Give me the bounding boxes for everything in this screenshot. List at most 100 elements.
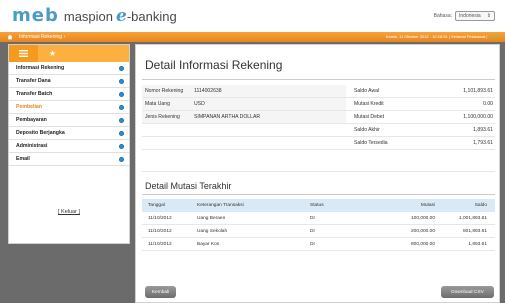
- column-header: Saldo: [474, 203, 487, 208]
- sidebar-logout-link[interactable]: [ Keluar ]: [9, 209, 129, 215]
- mutasi-title: Detail Mutasi Terakhir: [145, 181, 232, 191]
- table-row: 11/10/2012 Uang Beraen Dr 100,000.00 1,0…: [142, 212, 495, 225]
- info-row: Jenis Rekening SIMPANAN ARTHA DOLLAR Mut…: [142, 111, 495, 124]
- table-header: Tanggal Keterangan Transaksi Status Muta…: [142, 199, 495, 212]
- table-cell: 200,000.00: [410, 228, 435, 234]
- sidebar-item-email[interactable]: Email: [9, 153, 129, 166]
- language-value: Indonesia: [459, 13, 481, 19]
- download-csv-button[interactable]: Download CSV: [441, 286, 494, 298]
- column-header: Tanggal: [148, 203, 165, 208]
- top-logout-link[interactable]: Keluar: [489, 34, 501, 39]
- balance-label: Saldo Awal: [354, 88, 380, 94]
- info-value: 1114002638: [194, 88, 222, 94]
- home-icon[interactable]: [7, 34, 13, 40]
- table-cell: 1,001,893.61: [458, 215, 487, 221]
- sidebar-item-informasi-rekening[interactable]: Informasi Rekening: [9, 62, 129, 75]
- balance-label: Mutasi Kredit: [354, 101, 384, 107]
- table-cell: Uang Sekolah: [197, 228, 228, 234]
- info-value: USD: [194, 101, 205, 107]
- column-header: Keterangan Transaksi: [197, 203, 244, 208]
- language-selector: Bahasa: Indonesia ⇕: [434, 11, 495, 21]
- breadcrumb: Informasi Rekening ›: [19, 34, 65, 40]
- table-cell: 100,000.00: [410, 215, 435, 221]
- column-header: Status: [310, 203, 324, 208]
- updown-icon: ⇕: [486, 13, 491, 19]
- table-cell: 11/10/2012: [148, 228, 172, 234]
- balance-value: 1,100,000.00: [463, 114, 493, 120]
- balance-value: 0.00: [483, 101, 493, 107]
- page-title: Detail Informasi Rekening: [145, 58, 283, 72]
- sidebar-item-label: Administrasi: [16, 143, 48, 149]
- logo-e: e: [116, 6, 127, 26]
- logo-banking: -banking: [126, 9, 177, 24]
- balance-label: Mutasi Debet: [354, 114, 385, 120]
- star-icon: ★: [48, 49, 57, 58]
- bullet-icon: [119, 143, 124, 149]
- balance-value: 1,893.61: [473, 127, 493, 133]
- header: meb maspion e -banking Bahasa: Indonesia…: [0, 0, 505, 32]
- language-label: Bahasa:: [433, 13, 452, 19]
- table-row: 11/10/2012 Bayar Kos Dr 800,000.00 1,893…: [142, 238, 495, 251]
- info-row: Saldo Tersedia 1,793.61: [142, 137, 495, 150]
- sidebar-item-deposito-berjangka[interactable]: Deposito Berjangka: [9, 127, 129, 140]
- datetime: Kamis, 11 Oktober 2012 - 10:18:51 | Sela…: [385, 34, 488, 39]
- tab-favorites[interactable]: ★: [38, 45, 67, 62]
- main-panel: Detail Informasi Rekening Nomor Rekening…: [135, 44, 500, 303]
- bullet-icon: [119, 104, 124, 110]
- sidebar-item-label: Transfer Dana: [16, 78, 51, 84]
- logo-meb: meb: [12, 5, 59, 26]
- app-logo: meb maspion e -banking: [12, 5, 177, 29]
- table-cell: Dr: [310, 228, 316, 234]
- sidebar: ★ Informasi Rekening Transfer Dana Trans…: [8, 44, 130, 244]
- language-dropdown[interactable]: Indonesia ⇕: [455, 11, 495, 21]
- logo-brand: maspion: [63, 9, 113, 24]
- info-label: Nomor Rekening: [145, 88, 184, 94]
- info-row: Mata Uang USD Mutasi Kredit 0.00: [142, 98, 495, 111]
- balance-label: Saldo Akhir: [354, 127, 380, 133]
- table-cell: 800,000.00: [410, 241, 435, 247]
- back-button[interactable]: Kembali: [145, 286, 176, 298]
- bullet-icon: [119, 117, 124, 123]
- sidebar-item-label: Deposito Berjangka: [16, 130, 65, 136]
- divider: [142, 194, 495, 195]
- info-label: Jenis Rekening: [145, 114, 180, 120]
- column-header: Mutasi: [420, 203, 435, 208]
- table-cell: 801,893.61: [462, 228, 487, 234]
- sidebar-item-transfer-dana[interactable]: Transfer Dana: [9, 75, 129, 88]
- account-info-table: Nomor Rekening 1114002638 Saldo Awal 1,1…: [142, 85, 495, 150]
- sidebar-item-pembayaran[interactable]: Pembayaran: [9, 114, 129, 127]
- bullet-icon: [119, 130, 124, 136]
- divider: [142, 79, 495, 80]
- table-cell: 1,893.61: [468, 241, 487, 247]
- info-row: Nomor Rekening 1114002638 Saldo Awal 1,1…: [142, 85, 495, 98]
- divider: [142, 171, 495, 172]
- list-icon: [19, 50, 28, 57]
- mutasi-table: Tanggal Keterangan Transaksi Status Muta…: [142, 199, 495, 251]
- sidebar-item-label: Pembelian: [16, 104, 42, 110]
- sidebar-item-label: Transfer Batch: [16, 91, 53, 97]
- breadcrumb-current: Informasi Rekening: [19, 34, 63, 40]
- info-row: Saldo Akhir 1,893.61: [142, 124, 495, 137]
- bullet-icon: [119, 91, 124, 97]
- table-cell: Uang Beraen: [197, 215, 226, 221]
- table-row: 11/10/2012 Uang Sekolah Dr 200,000.00 80…: [142, 225, 495, 238]
- sidebar-item-pembelian[interactable]: Pembelian: [9, 101, 129, 114]
- chevron-right-icon: ›: [63, 34, 66, 40]
- bullet-icon: [119, 156, 124, 162]
- top-bar: Informasi Rekening › Kamis, 11 Oktober 2…: [0, 32, 505, 42]
- sidebar-tabs: ★: [9, 45, 129, 62]
- table-cell: 11/10/2012: [148, 215, 172, 221]
- balance-label: Saldo Tersedia: [354, 140, 388, 146]
- bullet-icon: [119, 65, 124, 71]
- sidebar-item-label: Email: [16, 156, 30, 162]
- balance-value: 1,793.61: [473, 140, 493, 146]
- top-info: Kamis, 11 Oktober 2012 - 10:18:51 | Sela…: [386, 34, 501, 39]
- info-label: Mata Uang: [145, 101, 170, 107]
- tab-menu[interactable]: [9, 45, 38, 62]
- info-value: SIMPANAN ARTHA DOLLAR: [194, 114, 261, 120]
- table-cell: 11/10/2012: [148, 241, 172, 247]
- sidebar-item-administrasi[interactable]: Administrasi: [9, 140, 129, 153]
- table-cell: Dr: [310, 215, 316, 221]
- table-cell: Bayar Kos: [197, 241, 220, 247]
- sidebar-item-transfer-batch[interactable]: Transfer Batch: [9, 88, 129, 101]
